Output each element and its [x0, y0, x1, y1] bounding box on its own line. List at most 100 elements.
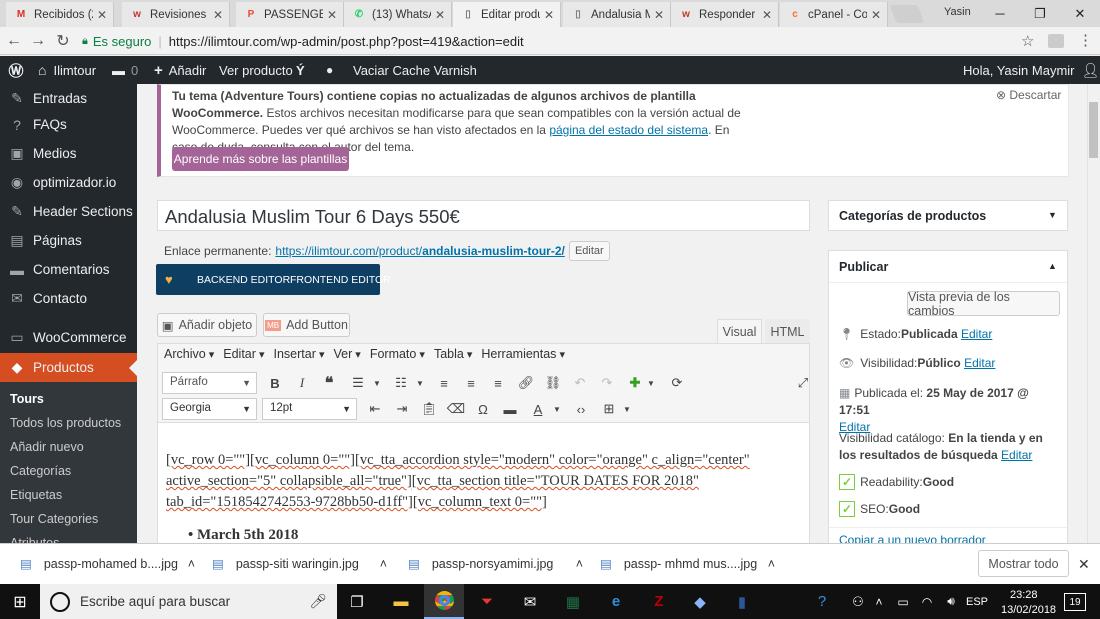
download-item[interactable]: ▤ passp-norsyamimi.jpg ˄ — [408, 543, 583, 584]
show-all-button[interactable]: Mostrar todo — [978, 550, 1069, 577]
submenu-item[interactable]: Etiquetas — [10, 488, 62, 502]
preview-changes-button[interactable]: Vista previa de los cambios — [907, 290, 1060, 318]
chevron-down-icon[interactable]: ▼ — [616, 398, 638, 420]
frontend-editor-button[interactable]: FRONTEND EDITOR — [290, 264, 391, 295]
sidebar-item[interactable]: ◉ optimizador.io — [0, 168, 137, 197]
chevron-down-icon[interactable]: ▼ — [409, 372, 431, 394]
add-new-link[interactable]: + Añadir — [154, 56, 206, 84]
chevron-down-icon[interactable]: ▼ — [640, 372, 662, 394]
tab-html[interactable]: HTML — [765, 319, 810, 344]
bold-icon[interactable]: B — [264, 372, 286, 394]
view-product-link[interactable]: Ver producto — [219, 56, 293, 84]
chevron-up-icon[interactable]: ˄ — [380, 557, 387, 571]
restore-icon[interactable]: ❐ — [1020, 0, 1060, 27]
extension-icon[interactable] — [1048, 34, 1064, 48]
sidebar-item[interactable]: ▬ Comentarios — [0, 255, 137, 284]
clock-time[interactable]: 23:28 — [1010, 589, 1038, 601]
code-icon[interactable]: ‹› — [570, 398, 592, 420]
site-link[interactable]: ⌂ Ilimtour — [38, 56, 96, 84]
blockquote-icon[interactable]: ❝ — [318, 372, 340, 394]
editor-menu-item[interactable]: Insertar ▾ — [274, 347, 325, 361]
browser-tab[interactable]: w Responder T ✕ — [671, 2, 779, 27]
editor-menu-item[interactable]: Editar ▾ — [223, 347, 264, 361]
profile-name[interactable]: Yasin — [944, 6, 971, 18]
chevron-up-icon[interactable]: ˄ — [768, 557, 775, 571]
add-media-button[interactable]: ▣ Añadir objeto — [157, 313, 257, 337]
unlink-icon[interactable]: ⛓︎ — [542, 372, 564, 394]
submenu-item[interactable]: Tours — [10, 392, 44, 406]
taskbar-search[interactable]: Escribe aquí para buscar 🎤︎ — [40, 584, 337, 619]
close-tab-icon[interactable]: ✕ — [97, 8, 107, 22]
edge-icon[interactable]: e — [596, 584, 636, 619]
browser-tab[interactable]: ▯ Editar produ ✕ — [453, 2, 561, 27]
close-tab-icon[interactable]: ✕ — [544, 8, 554, 22]
sidebar-item[interactable]: ✎ Entradas — [0, 84, 137, 113]
horizontal-line-icon[interactable]: ▬ — [499, 398, 521, 420]
chrome-icon[interactable] — [424, 584, 464, 619]
submenu-item[interactable]: Añadir nuevo — [10, 440, 84, 454]
acrobat-icon[interactable]: ⏷ — [467, 584, 507, 619]
close-tab-icon[interactable]: ✕ — [762, 8, 772, 22]
close-tab-icon[interactable]: ✕ — [213, 8, 223, 22]
download-item[interactable]: ▤ passp-siti waringin.jpg ˄ — [212, 543, 387, 584]
dismiss-link[interactable]: ⊗ Descartar — [996, 88, 1061, 102]
link-icon[interactable]: 🔗︎ — [515, 372, 537, 394]
battery-icon[interactable]: ▭ — [891, 584, 915, 619]
menu-dots-icon[interactable]: ⋮ — [1078, 31, 1093, 49]
close-tab-icon[interactable]: ✕ — [435, 8, 445, 22]
word-doc-icon[interactable]: ▮ — [722, 584, 762, 619]
outdent-icon[interactable]: ⇤ — [364, 398, 386, 420]
learn-templates-button[interactable]: Aprende más sobre las plantillas — [172, 147, 349, 171]
yoast-icon[interactable]: Ý — [296, 56, 305, 84]
tab-visual[interactable]: Visual — [717, 319, 762, 344]
submenu-item[interactable]: Todos los productos — [10, 416, 121, 430]
chevron-down-icon[interactable]: ▼ — [1048, 210, 1057, 220]
align-right-icon[interactable]: ≡ — [487, 372, 509, 394]
chevron-up-icon[interactable]: ▲ — [1048, 261, 1057, 271]
sidebar-item[interactable]: ✎ Header Sections — [0, 197, 137, 226]
italic-icon[interactable]: I — [291, 372, 313, 394]
excel-icon[interactable]: ▦ — [553, 584, 593, 619]
font-select[interactable]: Georgia ▼ — [162, 398, 257, 420]
comments-link[interactable]: ▬ 0 — [112, 56, 138, 84]
fullscreen-icon[interactable]: ⤢ — [792, 372, 814, 394]
size-select[interactable]: 12pt ▼ — [262, 398, 357, 420]
browser-tab[interactable]: M Recibidos (2: ✕ — [6, 2, 114, 27]
system-status-link[interactable]: página del estado del sistema — [549, 123, 708, 137]
align-left-icon[interactable]: ≡ — [433, 372, 455, 394]
language-indicator[interactable]: ESP — [966, 596, 988, 608]
status-edit-link[interactable]: Editar — [961, 327, 992, 341]
volume-icon[interactable]: 🔊︎ — [939, 584, 963, 619]
close-shelf-icon[interactable]: ✕ — [1078, 556, 1090, 573]
browser-tab[interactable]: w Revisiones y ✕ — [122, 2, 230, 27]
browser-tab[interactable]: P PASSENGER ✕ — [236, 2, 344, 27]
microphone-icon[interactable]: 🎤︎ — [309, 593, 327, 610]
undo-icon[interactable]: ↶ — [569, 372, 591, 394]
help-icon[interactable]: ? — [802, 584, 842, 619]
scrollbar-thumb[interactable] — [1089, 102, 1098, 158]
editor-menu-item[interactable]: Formato ▾ — [370, 347, 425, 361]
post-title-input[interactable]: Andalusia Muslim Tour 6 Days 550€ — [157, 200, 810, 231]
bookmark-star-icon[interactable]: ☆ — [1021, 32, 1034, 50]
browser-tab[interactable]: ▯ Andalusia M ✕ — [563, 2, 671, 27]
sidebar-item[interactable]: ✉ Contacto — [0, 284, 137, 313]
tray-up-icon[interactable]: ˄ — [867, 584, 891, 619]
task-view-icon[interactable]: ❐ — [337, 584, 377, 619]
clear-format-icon[interactable]: ⌫ — [445, 398, 467, 420]
align-center-icon[interactable]: ≡ — [460, 372, 482, 394]
sidebar-item[interactable]: ▣ Medios — [0, 139, 137, 168]
editor-menu-item[interactable]: Herramientas ▾ — [481, 347, 565, 361]
back-icon[interactable]: ← — [4, 31, 24, 51]
forward-icon[interactable]: → — [28, 31, 48, 51]
indent-icon[interactable]: ⇥ — [391, 398, 413, 420]
minimize-icon[interactable]: ─ — [980, 0, 1020, 27]
chevron-down-icon[interactable]: ▼ — [366, 372, 388, 394]
visibility-edit-link[interactable]: Editar — [964, 356, 995, 370]
permalink-edit-button[interactable]: Editar — [568, 241, 610, 261]
editor-menu-item[interactable]: Ver ▾ — [333, 347, 360, 361]
close-tab-icon[interactable]: ✕ — [654, 8, 664, 22]
sidebar-item[interactable]: ? FAQs — [0, 110, 137, 139]
catalog-edit-link[interactable]: Editar — [1001, 448, 1032, 462]
address-bar[interactable]: 🔒︎ Es seguro | https://ilimtour.com/wp-a… — [82, 31, 1042, 51]
paste-text-icon[interactable]: 📋︎ — [418, 398, 440, 420]
